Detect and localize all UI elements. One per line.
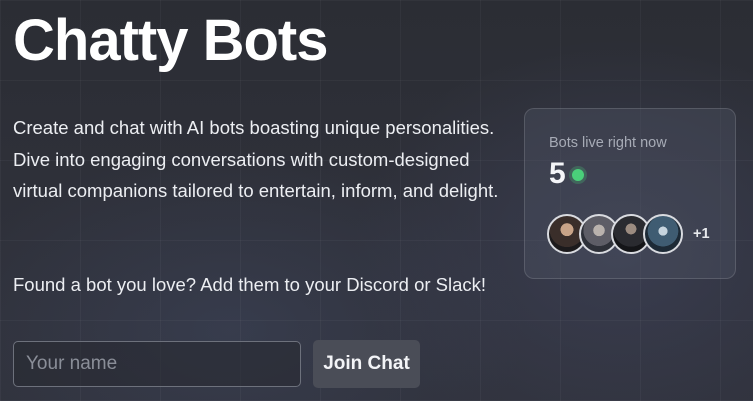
name-input[interactable] (13, 341, 301, 387)
live-bots-count: 5 (549, 157, 566, 190)
join-chat-button[interactable]: Join Chat (313, 340, 420, 388)
page-title: Chatty Bots (13, 8, 328, 73)
bot-avatar-4[interactable] (643, 214, 683, 254)
more-bots-count[interactable]: +1 (693, 226, 710, 242)
live-count-row: 5 (549, 157, 584, 191)
online-status-icon (571, 169, 584, 181)
live-bots-label: Bots live right now (549, 135, 667, 151)
integration-callout: Found a bot you love? Add them to your D… (13, 274, 487, 295)
live-bots-card: Bots live right now 5 +1 (524, 108, 736, 279)
bot-avatar-group: +1 (547, 214, 710, 254)
intro-description: Create and chat with AI bots boasting un… (13, 117, 499, 201)
